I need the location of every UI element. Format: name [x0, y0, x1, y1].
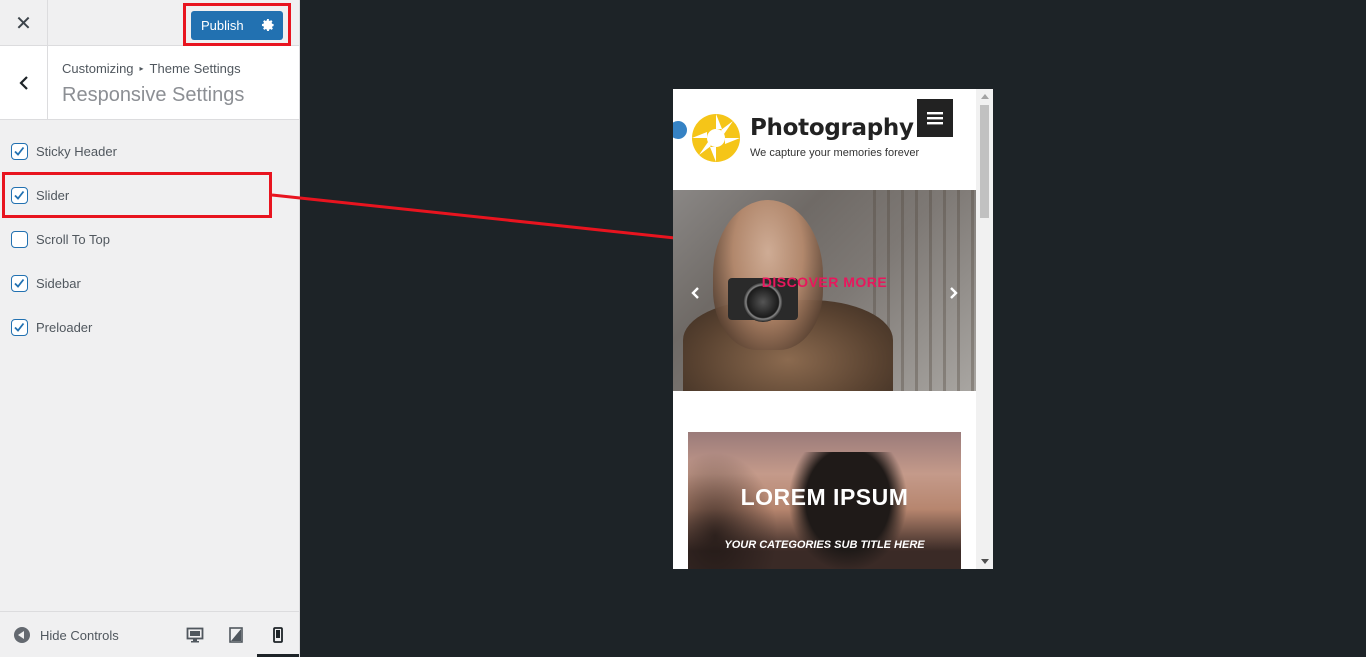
preview-scrollbar[interactable] [976, 89, 993, 569]
scrollbar-thumb[interactable] [980, 105, 989, 218]
control-sidebar[interactable]: Sidebar [11, 273, 81, 293]
breadcrumb-parent: Theme Settings [149, 61, 241, 76]
scroll-up-icon[interactable] [981, 94, 989, 99]
menu-toggle-button[interactable] [917, 99, 953, 137]
breadcrumb-separator-icon: ▸ [139, 64, 144, 73]
sidebar-label: Sidebar [36, 275, 81, 291]
section-title: Responsive Settings [62, 84, 245, 106]
chevron-right-icon [950, 287, 958, 299]
scroll-to-top-label: Scroll To Top [36, 231, 110, 247]
scroll-to-top-checkbox[interactable] [11, 230, 28, 248]
hide-controls-label: Hide Controls [40, 627, 119, 643]
breadcrumb-root: Customizing [62, 61, 134, 76]
edit-shortcut-icon[interactable] [673, 119, 689, 141]
gear-icon[interactable] [261, 18, 275, 35]
close-customizer-button[interactable]: ✕ [0, 0, 48, 45]
hamburger-icon [927, 112, 943, 125]
tablet-icon [229, 627, 243, 643]
card-subtitle: YOUR CATEGORIES SUB TITLE HERE [724, 539, 925, 551]
check-icon [14, 190, 25, 200]
breadcrumb: Customizing ▸ Theme Settings [62, 61, 241, 76]
publish-highlight-box: Publish [183, 3, 291, 46]
back-button[interactable] [0, 46, 48, 119]
customizer-topbar: ✕ Publish [0, 0, 299, 46]
site-header: Photography We capture your memories for… [673, 89, 976, 190]
preloader-label: Preloader [36, 319, 93, 335]
publish-button[interactable]: Publish [191, 11, 283, 40]
hide-controls-button[interactable]: Hide Controls [14, 627, 119, 643]
discover-more-link[interactable]: DISCOVER MORE [673, 274, 976, 290]
control-preloader[interactable]: Preloader [11, 317, 92, 337]
check-icon [14, 146, 25, 156]
site-preview[interactable]: Photography We capture your memories for… [673, 89, 993, 569]
preloader-checkbox[interactable] [11, 318, 28, 336]
chevron-left-icon [18, 75, 28, 90]
sidebar-checkbox[interactable] [11, 274, 28, 292]
sticky-header-checkbox[interactable] [11, 142, 28, 160]
check-icon [14, 322, 25, 332]
control-scroll-to-top[interactable]: Scroll To Top [11, 229, 110, 249]
category-card[interactable]: LOREM IPSUM YOUR CATEGORIES SUB TITLE HE… [688, 432, 961, 569]
control-sticky-header[interactable]: Sticky Header [11, 141, 117, 161]
device-mobile-button[interactable] [267, 624, 289, 646]
card-title: LOREM IPSUM [740, 484, 909, 510]
chevron-left-icon [691, 287, 699, 299]
customizer-footer: Hide Controls [0, 611, 299, 657]
check-icon [14, 278, 25, 288]
section-header: Customizing ▸ Theme Settings Responsive Se… [0, 46, 299, 120]
publish-label: Publish [201, 18, 244, 33]
mobile-icon [273, 627, 283, 643]
scroll-down-icon[interactable] [981, 559, 989, 564]
logo-aperture-icon [691, 113, 741, 168]
slider-label: Slider [36, 187, 70, 203]
site-tagline: We capture your memories forever [750, 147, 920, 159]
slider-checkbox[interactable] [11, 186, 28, 204]
device-tablet-button[interactable] [225, 624, 247, 646]
slider-prev-button[interactable] [689, 286, 703, 300]
desktop-icon [186, 627, 204, 643]
control-slider[interactable]: Slider [11, 185, 69, 205]
collapse-icon [14, 627, 30, 643]
slider-next-button[interactable] [946, 286, 960, 300]
hero-slider[interactable]: DISCOVER MORE [673, 190, 976, 391]
device-desktop-button[interactable] [184, 624, 206, 646]
sticky-header-label: Sticky Header [36, 143, 117, 159]
customizer-sidebar: ✕ Publish Customizing ▸ Theme Settings Res… [0, 0, 300, 657]
close-icon: ✕ [15, 10, 32, 35]
site-title[interactable]: Photography [750, 115, 914, 141]
